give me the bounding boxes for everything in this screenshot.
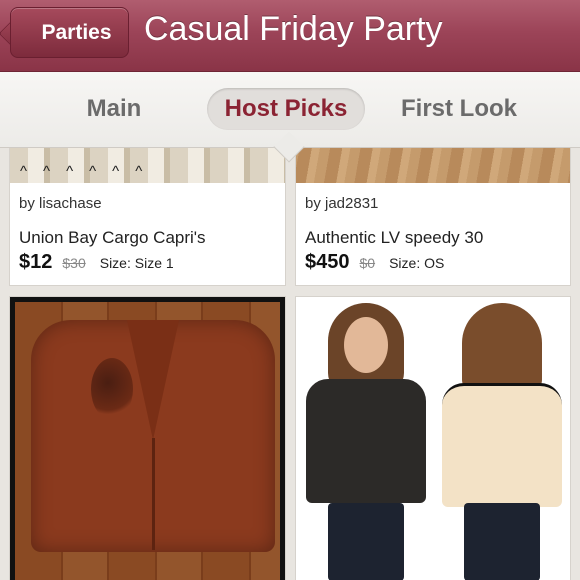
cardigan-shape [31,320,275,552]
seller-name[interactable]: by jad2831 [305,195,378,212]
segmented-tab-bar: Main Host Picks First Look [0,72,580,163]
top-light [442,383,562,507]
back-button-label: Parties [41,20,112,44]
cardigan-placket [152,438,155,550]
product-image[interactable] [10,297,285,580]
back-button-wrapper[interactable]: Parties [0,0,140,72]
price-row: $450 $0 Size: OS [305,251,444,274]
cardigan-neckline [127,320,179,440]
model-jeans [464,503,540,580]
price: $450 [305,251,350,273]
size-label: Size: Size 1 [99,255,174,271]
listing-card[interactable] [9,296,286,580]
original-price: $0 [359,255,376,271]
original-price: $30 [62,255,86,271]
product-title[interactable]: Union Bay Cargo Capri's [19,228,206,248]
app-window: Parties Casual Friday Party ^^^^^^ by li… [0,0,580,580]
product-image[interactable] [296,297,570,580]
product-title[interactable]: Authentic LV speedy 30 [305,228,483,248]
back-button[interactable]: Parties [10,7,129,58]
model-front [302,303,430,580]
tab-host-picks[interactable]: Host Picks [207,88,365,130]
tab-main[interactable]: Main [72,88,156,130]
nav-bar: Parties Casual Friday Party [0,0,580,72]
model-jeans [328,503,404,580]
listing-card[interactable] [295,296,571,580]
flower-appliqué [91,358,133,420]
top-dark [306,379,426,503]
price-row: $12 $30 Size: Size 1 [19,251,174,274]
pattern-decoration: ^^^^^^ [20,163,159,180]
page-title: Casual Friday Party [144,10,443,48]
model-back [438,303,566,580]
model-face [344,317,388,373]
tab-first-look[interactable]: First Look [392,88,526,130]
size-label: Size: OS [389,255,445,271]
price: $12 [19,251,53,273]
seller-name[interactable]: by lisachase [19,195,102,212]
